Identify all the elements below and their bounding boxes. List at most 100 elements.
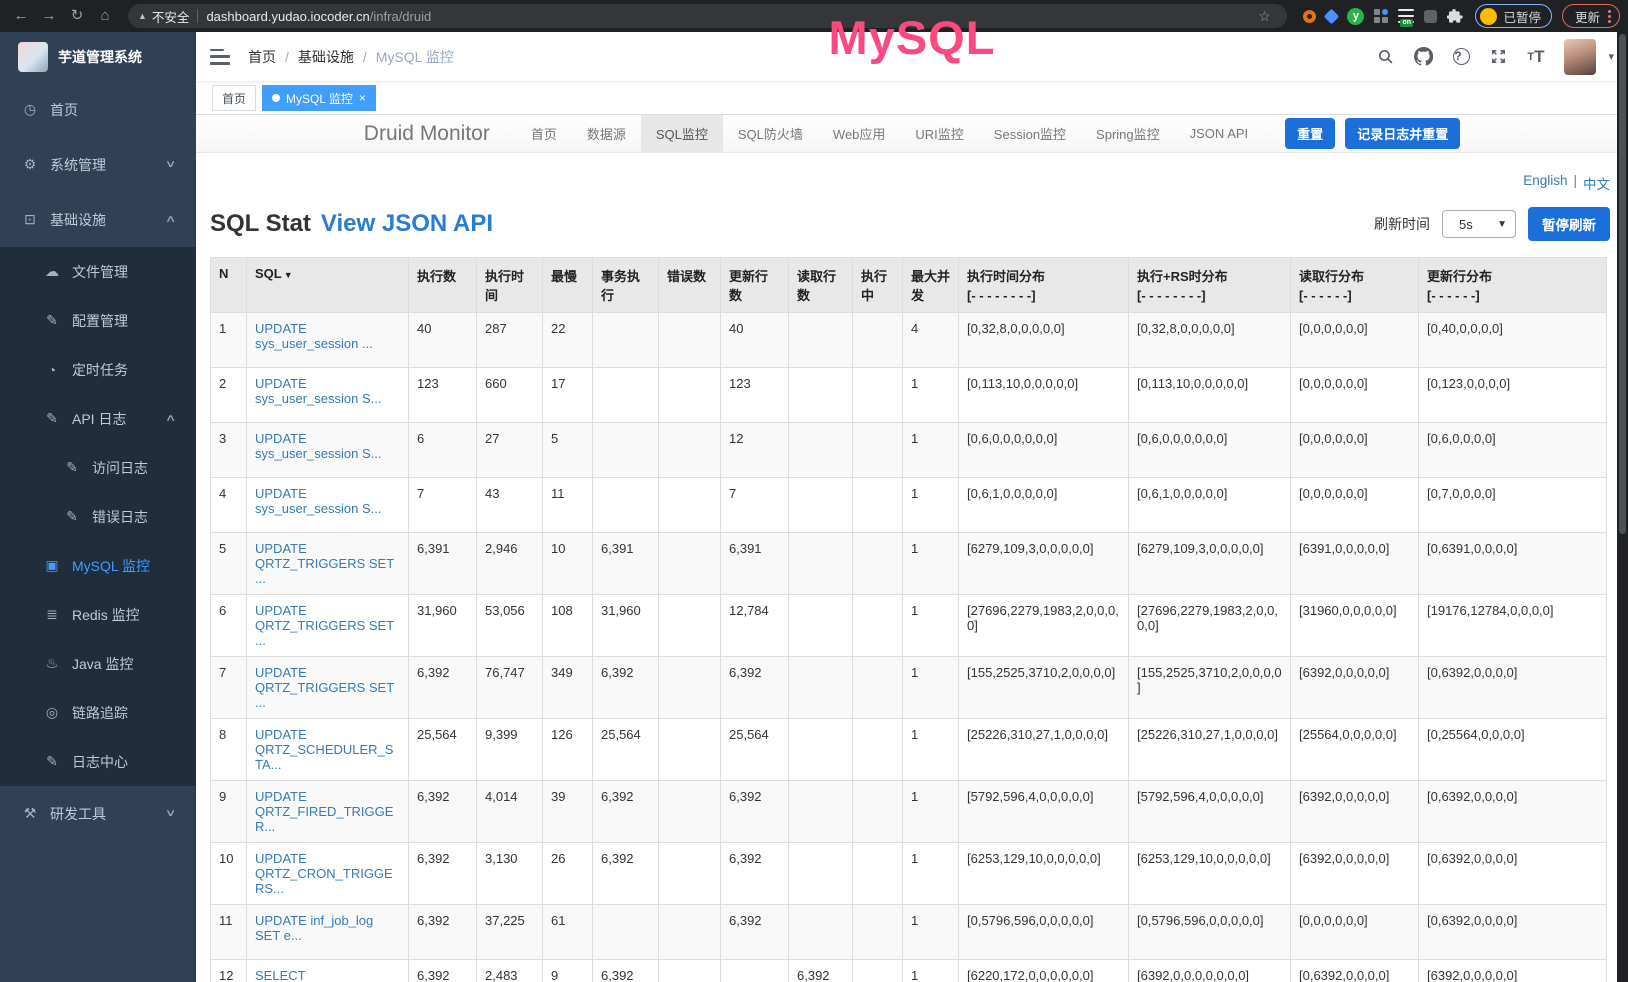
- view-json-api-link[interactable]: View JSON API: [321, 210, 493, 238]
- sidebar-item-mysql-monitor[interactable]: ▣MySQL 监控: [0, 541, 196, 590]
- sidebar-item-log-center[interactable]: ✎日志中心: [0, 737, 196, 786]
- lang-english-link[interactable]: English: [1523, 173, 1567, 193]
- druid-tab[interactable]: SQL防火墙: [723, 115, 818, 153]
- sql-link[interactable]: UPDATE sys_user_session S...: [255, 376, 381, 406]
- druid-tab[interactable]: URI监控: [900, 115, 978, 153]
- druid-tab[interactable]: Web应用: [818, 115, 901, 153]
- url-host[interactable]: dashboard.yudao.iocoder.cn: [206, 9, 369, 24]
- fullscreen-icon[interactable]: [1490, 48, 1507, 65]
- sidebar-item-redis-monitor[interactable]: ≣Redis 监控: [0, 590, 196, 639]
- app-logo-row[interactable]: 芋道管理系统: [0, 32, 196, 82]
- font-size-icon[interactable]: TT: [1527, 47, 1544, 67]
- data-cell: [0,5796,596,0,0,0,0,0]: [1129, 905, 1291, 960]
- extension-gem-icon[interactable]: [1324, 8, 1340, 24]
- druid-tab[interactable]: SQL监控: [641, 115, 723, 153]
- data-cell: 27: [477, 423, 543, 478]
- sql-link[interactable]: UPDATE QRTZ_TRIGGERS SET ...: [255, 665, 394, 710]
- data-cell: 3,130: [477, 843, 543, 905]
- sql-link[interactable]: UPDATE QRTZ_TRIGGERS SET ...: [255, 603, 394, 648]
- column-header[interactable]: 执行+RS时分布[- - - - - - - -]: [1129, 258, 1291, 313]
- column-header[interactable]: 事务执行: [593, 258, 659, 313]
- extension-green-icon[interactable]: y: [1347, 8, 1364, 25]
- sidebar-item-java-monitor[interactable]: ♨Java 监控: [0, 639, 196, 688]
- column-header[interactable]: 执行时间: [477, 258, 543, 313]
- hamburger-icon[interactable]: [210, 49, 230, 65]
- help-icon[interactable]: ?: [1453, 48, 1470, 65]
- sql-link[interactable]: SELECT TRIGGER_STATE: [255, 968, 361, 982]
- not-secure-label[interactable]: 不安全: [152, 7, 190, 26]
- breadcrumb-item[interactable]: 基础设施: [298, 47, 354, 67]
- sql-link[interactable]: UPDATE sys_user_session ...: [255, 321, 373, 351]
- column-header[interactable]: 更新行分布[- - - - - -]: [1419, 258, 1607, 313]
- browser-home-icon[interactable]: ⌂: [92, 3, 118, 29]
- scrollbar-thumb[interactable]: [1619, 34, 1626, 534]
- druid-button[interactable]: 重置: [1285, 118, 1335, 149]
- extension-donut-icon[interactable]: [1303, 10, 1316, 23]
- sql-link[interactable]: UPDATE sys_user_session S...: [255, 431, 381, 461]
- column-header[interactable]: 执行中: [853, 258, 903, 313]
- tag-active[interactable]: MySQL 监控 ×: [262, 85, 376, 111]
- browser-back-icon[interactable]: ←: [8, 3, 34, 29]
- page-scrollbar[interactable]: [1617, 32, 1628, 982]
- druid-tab[interactable]: Session监控: [979, 115, 1081, 153]
- sidebar-item-error-log[interactable]: ✎错误日志: [0, 492, 196, 541]
- sql-link[interactable]: UPDATE QRTZ_TRIGGERS SET ...: [255, 541, 394, 586]
- tag-label: MySQL 监控: [286, 90, 353, 107]
- search-icon[interactable]: [1377, 48, 1394, 65]
- url-divider: [197, 9, 198, 23]
- druid-tab[interactable]: 首页: [516, 115, 572, 153]
- refresh-interval-select[interactable]: 5s ▼: [1442, 210, 1516, 238]
- sidebar-item-api-log[interactable]: ✎API 日志∧: [0, 394, 196, 443]
- close-icon[interactable]: ×: [359, 91, 366, 105]
- browser-menu-icon[interactable]: [1608, 10, 1611, 23]
- extensions-puzzle-icon[interactable]: [1447, 8, 1463, 24]
- browser-reload-icon[interactable]: ↻: [64, 3, 90, 29]
- sidebar-item-scheduled-job[interactable]: ◔定时任务: [0, 345, 196, 394]
- extension-squares-icon[interactable]: [1374, 9, 1388, 23]
- extension-list-icon[interactable]: on: [1398, 9, 1414, 23]
- extension-misc-icon[interactable]: [1424, 10, 1437, 23]
- sql-link[interactable]: UPDATE QRTZ_SCHEDULER_STA...: [255, 727, 393, 772]
- sidebar-item-config-manage[interactable]: ✎配置管理: [0, 296, 196, 345]
- sidebar-item-file-manage[interactable]: ☁文件管理: [0, 247, 196, 296]
- url-path[interactable]: /infra/druid: [370, 9, 431, 24]
- address-bar[interactable]: ▲ 不安全 dashboard.yudao.iocoder.cn /infra/…: [128, 4, 1287, 28]
- column-header[interactable]: 执行数: [409, 258, 477, 313]
- column-header[interactable]: 读取行分布[- - - - - -]: [1291, 258, 1419, 313]
- avatar-caret-icon[interactable]: ▾: [1608, 50, 1614, 63]
- browser-update-button[interactable]: 更新: [1562, 4, 1620, 28]
- sql-link[interactable]: UPDATE QRTZ_CRON_TRIGGERS...: [255, 851, 393, 896]
- column-header[interactable]: 最慢: [543, 258, 593, 313]
- sidebar-item-infrastructure[interactable]: ⊡基础设施∧: [0, 192, 196, 247]
- sql-cell: UPDATE QRTZ_SCHEDULER_STA...: [247, 719, 409, 781]
- column-header[interactable]: 读取行数: [789, 258, 853, 313]
- user-avatar[interactable]: [1564, 39, 1596, 75]
- druid-tab[interactable]: Spring监控: [1081, 115, 1175, 153]
- sidebar-item-gear[interactable]: ⚙系统管理∨: [0, 137, 196, 192]
- column-header[interactable]: 最大并发: [903, 258, 959, 313]
- sql-link[interactable]: UPDATE sys_user_session S...: [255, 486, 381, 516]
- column-header[interactable]: SQL▼: [247, 258, 409, 313]
- browser-forward-icon[interactable]: →: [36, 3, 62, 29]
- sidebar-item-dashboard[interactable]: ◷首页: [0, 82, 196, 137]
- tag-item[interactable]: 首页: [212, 85, 256, 111]
- github-icon[interactable]: [1414, 47, 1433, 66]
- sql-link[interactable]: UPDATE inf_job_log SET e...: [255, 913, 373, 943]
- breadcrumb-item[interactable]: 首页: [248, 47, 276, 67]
- column-header[interactable]: N: [211, 258, 247, 313]
- table-row: 7UPDATE QRTZ_TRIGGERS SET ...6,39276,747…: [211, 657, 1607, 719]
- lang-chinese-link[interactable]: 中文: [1583, 173, 1610, 193]
- profile-paused-chip[interactable]: 已暂停: [1475, 4, 1552, 28]
- sidebar-item-access-log[interactable]: ✎访问日志: [0, 443, 196, 492]
- bookmark-star-icon[interactable]: ☆: [1251, 3, 1277, 29]
- column-header[interactable]: 错误数: [659, 258, 721, 313]
- sidebar-item-devtools[interactable]: ⚒研发工具∨: [0, 786, 196, 841]
- pause-refresh-button[interactable]: 暂停刷新: [1528, 207, 1610, 241]
- druid-tab[interactable]: 数据源: [572, 115, 641, 153]
- druid-button[interactable]: 记录日志并重置: [1345, 118, 1460, 149]
- sql-link[interactable]: UPDATE QRTZ_FIRED_TRIGGER...: [255, 789, 393, 834]
- column-header[interactable]: 执行时间分布[- - - - - - - -]: [959, 258, 1129, 313]
- column-header[interactable]: 更新行数: [721, 258, 789, 313]
- sidebar-item-trace[interactable]: ◎链路追踪: [0, 688, 196, 737]
- druid-tab[interactable]: JSON API: [1175, 115, 1264, 153]
